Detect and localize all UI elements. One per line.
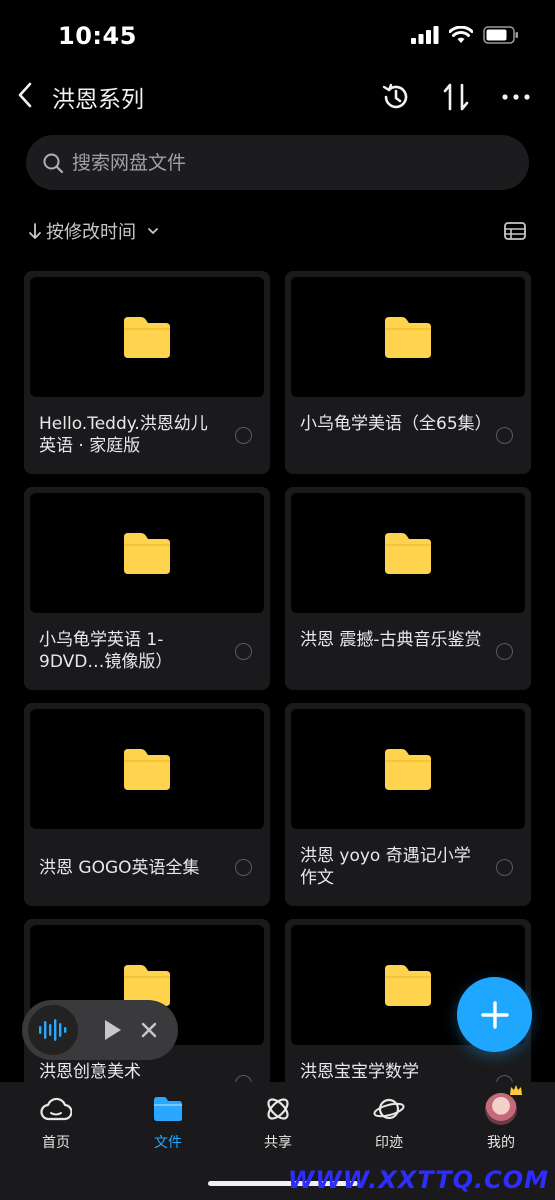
folder-card[interactable]: Hello.Teddy.洪恩幼儿英语 · 家庭版 bbox=[24, 271, 270, 474]
mini-player[interactable] bbox=[22, 1000, 178, 1060]
back-button[interactable] bbox=[10, 78, 40, 112]
folder-name: 洪恩 yoyo 奇遇记小学作文 bbox=[300, 846, 471, 888]
tab-label: 印迹 bbox=[375, 1135, 403, 1151]
folder-thumbnail bbox=[291, 709, 525, 829]
nav-actions bbox=[379, 80, 533, 114]
more-icon bbox=[502, 94, 530, 100]
sort-row: 按修改时间 bbox=[28, 216, 528, 246]
crown-icon bbox=[510, 1085, 522, 1095]
cloud-icon bbox=[40, 1097, 72, 1121]
sort-dropdown[interactable]: 按修改时间 bbox=[28, 218, 160, 244]
view-toggle-button[interactable] bbox=[502, 218, 528, 244]
chevron-down-icon bbox=[148, 228, 158, 234]
chevron-left-icon bbox=[18, 82, 32, 108]
audio-wave-icon bbox=[39, 1019, 67, 1041]
page-title: 洪恩系列 bbox=[52, 87, 144, 113]
folder-icon bbox=[154, 1097, 182, 1121]
tab-label: 首页 bbox=[42, 1135, 70, 1151]
folder-name: 洪恩 震撼-古典音乐鉴赏 bbox=[300, 630, 482, 650]
plus-icon bbox=[480, 1000, 509, 1029]
tab-footprint[interactable]: 印迹 bbox=[349, 1092, 429, 1152]
folder-thumbnail bbox=[291, 277, 525, 397]
select-radio[interactable] bbox=[496, 643, 513, 660]
search-input[interactable] bbox=[72, 151, 492, 174]
arrow-down-icon bbox=[29, 223, 41, 239]
folder-thumbnail bbox=[30, 493, 264, 613]
sort-label: 按修改时间 bbox=[46, 222, 136, 243]
folder-card[interactable]: 洪恩 yoyo 奇遇记小学作文 bbox=[285, 703, 531, 906]
tab-home[interactable]: 首页 bbox=[16, 1092, 96, 1152]
close-icon bbox=[141, 1022, 157, 1038]
search-icon bbox=[43, 153, 64, 173]
select-radio[interactable] bbox=[235, 427, 252, 444]
status-icons bbox=[411, 26, 519, 44]
folder-name: 洪恩创意美术 bbox=[39, 1062, 141, 1082]
status-time: 10:45 bbox=[58, 22, 137, 50]
wifi-icon bbox=[449, 26, 473, 43]
search-bar[interactable] bbox=[26, 135, 529, 190]
audio-wave-button[interactable] bbox=[28, 1005, 78, 1055]
select-radio[interactable] bbox=[496, 427, 513, 444]
folder-icon bbox=[124, 749, 170, 790]
more-button[interactable] bbox=[499, 80, 533, 114]
folder-name: 小乌龟学英语 1-9DVD…镜像版） bbox=[39, 630, 173, 672]
folder-card[interactable]: 洪恩 震撼-古典音乐鉴赏 bbox=[285, 487, 531, 690]
folder-card[interactable]: 小乌龟学英语 1-9DVD…镜像版） bbox=[24, 487, 270, 690]
folder-icon bbox=[124, 317, 170, 358]
folder-name: 小乌龟学美语（全65集） bbox=[300, 414, 492, 434]
folder-icon bbox=[385, 749, 431, 790]
folder-icon bbox=[385, 533, 431, 574]
tab-label: 文件 bbox=[154, 1135, 182, 1151]
sort-arrows-icon bbox=[443, 83, 469, 111]
sort-order-button[interactable] bbox=[439, 80, 473, 114]
tab-me[interactable]: 我的 bbox=[461, 1085, 541, 1152]
tab-label: 共享 bbox=[264, 1135, 292, 1151]
share-icon bbox=[267, 1098, 289, 1120]
tab-files[interactable]: 文件 bbox=[128, 1092, 208, 1152]
select-radio[interactable] bbox=[235, 643, 252, 660]
add-button[interactable] bbox=[457, 977, 532, 1052]
play-button[interactable] bbox=[100, 1015, 126, 1045]
tab-share[interactable]: 共享 bbox=[238, 1092, 318, 1152]
folder-thumbnail bbox=[291, 493, 525, 613]
close-player-button[interactable] bbox=[138, 1019, 160, 1041]
folder-icon bbox=[385, 317, 431, 358]
folder-icon bbox=[124, 533, 170, 574]
history-icon bbox=[382, 83, 408, 109]
tab-label: 我的 bbox=[487, 1135, 515, 1151]
folder-thumbnail bbox=[30, 709, 264, 829]
nav-bar: 洪恩系列 bbox=[0, 72, 555, 122]
history-button[interactable] bbox=[379, 80, 413, 114]
avatar bbox=[485, 1085, 522, 1125]
watermark: WWW.XXTTQ.COM bbox=[287, 1166, 549, 1194]
battery-icon bbox=[483, 26, 518, 44]
folder-name: 洪恩宝宝学数学 bbox=[300, 1062, 419, 1082]
play-icon bbox=[105, 1020, 121, 1040]
select-radio[interactable] bbox=[496, 859, 513, 876]
select-radio[interactable] bbox=[235, 859, 252, 876]
signal-icon bbox=[411, 26, 439, 44]
folder-icon bbox=[385, 965, 431, 1006]
folder-name: 洪恩 GOGO英语全集 bbox=[39, 858, 200, 878]
folder-thumbnail bbox=[30, 277, 264, 397]
folder-name: Hello.Teddy.洪恩幼儿英语 · 家庭版 bbox=[39, 414, 208, 456]
planet-icon bbox=[373, 1098, 405, 1120]
folder-card[interactable]: 小乌龟学美语（全65集） bbox=[285, 271, 531, 474]
list-view-icon bbox=[504, 222, 526, 240]
folder-card[interactable]: 洪恩 GOGO英语全集 bbox=[24, 703, 270, 906]
status-bar: 10:45 bbox=[0, 0, 555, 70]
